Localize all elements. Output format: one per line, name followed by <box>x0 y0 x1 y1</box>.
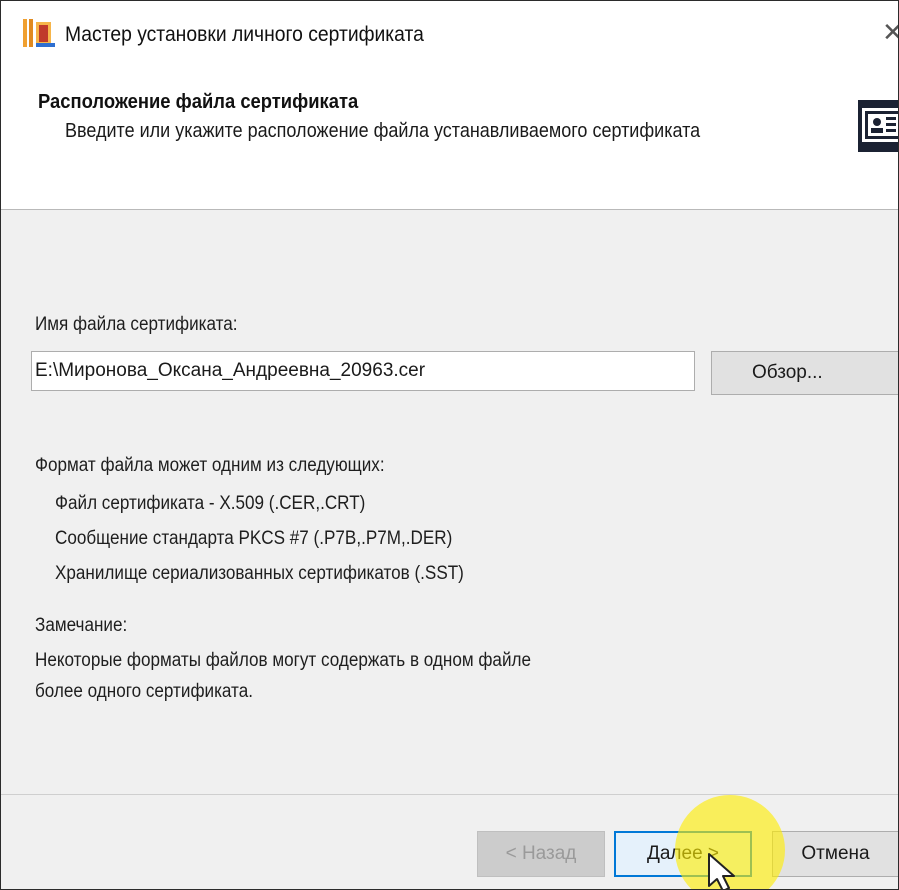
title-bar: Мастер установки личного сертификата ✕ <box>1 1 898 59</box>
browse-button[interactable]: Обзор... <box>711 351 898 395</box>
format-item: Файл сертификата - X.509 (.CER,.CRT) <box>55 493 366 514</box>
page-subtitle: Введите или укажите расположение файла у… <box>65 120 701 142</box>
note-heading: Замечание: <box>35 615 128 636</box>
format-heading: Формат файла может одним из следующих: <box>35 455 385 476</box>
file-name-input[interactable] <box>31 351 695 391</box>
window-title: Мастер установки личного сертификата <box>65 23 424 46</box>
note-text: Некоторые форматы файлов могут содержать… <box>35 650 531 671</box>
format-item: Сообщение стандарта PKCS #7 (.P7B,.P7M,.… <box>55 528 453 549</box>
page-title: Расположение файла сертификата <box>38 91 359 113</box>
certificate-wizard-window: Мастер установки личного сертификата ✕ Р… <box>0 0 899 890</box>
wizard-content: Имя файла сертификата: Обзор... Формат ф… <box>1 210 898 794</box>
wizard-header: Расположение файла сертификата Введите и… <box>1 59 898 209</box>
note-text: более одного сертификата. <box>35 681 253 702</box>
certificate-icon <box>858 100 898 152</box>
close-icon[interactable]: ✕ <box>882 17 898 47</box>
app-icon <box>23 19 57 49</box>
cancel-button[interactable]: Отмена <box>772 831 898 877</box>
wizard-footer: < Назад Далее > Отмена <box>1 795 898 889</box>
file-name-label: Имя файла сертификата: <box>35 314 238 335</box>
format-item: Хранилище сериализованных сертификатов (… <box>55 563 464 584</box>
back-button[interactable]: < Назад <box>477 831 605 877</box>
next-button[interactable]: Далее > <box>614 831 752 877</box>
